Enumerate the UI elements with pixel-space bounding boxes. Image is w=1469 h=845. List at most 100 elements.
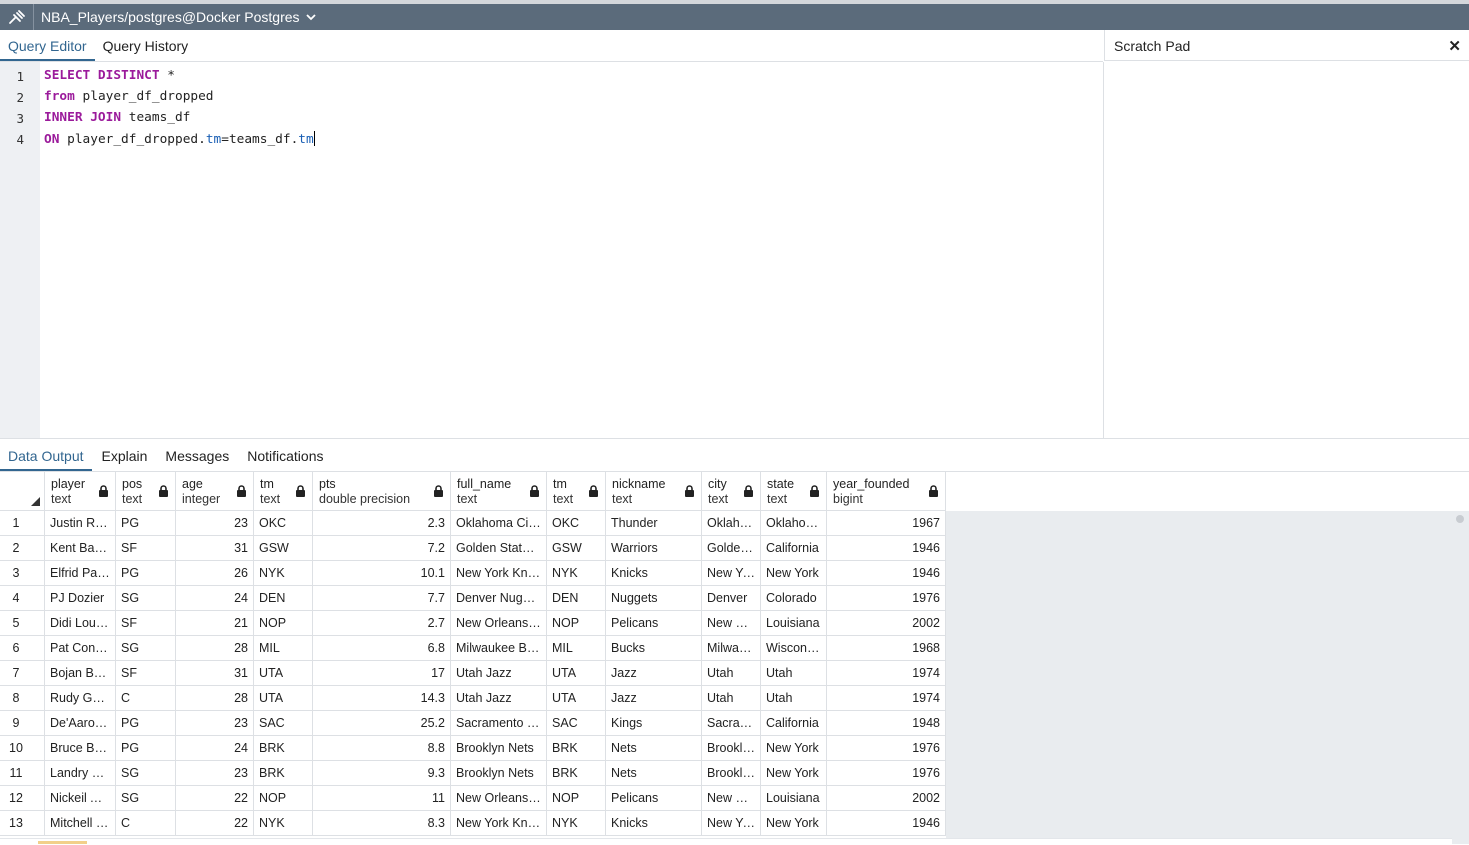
row-number[interactable]: 9: [0, 711, 45, 736]
table-cell-player[interactable]: Elfrid Pay...: [45, 561, 116, 586]
code-line[interactable]: SELECT DISTINCT *: [44, 68, 175, 83]
table-cell-pos[interactable]: PG: [116, 711, 176, 736]
table-cell-pos[interactable]: C: [116, 811, 176, 836]
table-row[interactable]: 13 Mitchell R... C 22 NYK 8.3 New York Knic...…: [0, 811, 946, 836]
table-cell-city[interactable]: Oklaho...: [702, 511, 761, 536]
table-cell-pts[interactable]: 7.2: [313, 536, 451, 561]
table-cell-year_founded[interactable]: 1976: [827, 736, 946, 761]
table-cell-year_founded[interactable]: 1974: [827, 661, 946, 686]
table-cell-full_name[interactable]: Utah Jazz: [451, 686, 547, 711]
table-cell-state[interactable]: Colorado: [761, 586, 827, 611]
table-row[interactable]: 7 Bojan Bo... SF 31 UTA 17 Utah Jazz UTA Jazz Uta…: [0, 661, 946, 686]
scratch-pad-area[interactable]: [1103, 62, 1469, 438]
table-cell-full_name[interactable]: New Orleans ...: [451, 611, 547, 636]
table-cell-tm[interactable]: NOP: [547, 786, 606, 811]
table-cell-state[interactable]: New York: [761, 561, 827, 586]
table-cell-pts[interactable]: 14.3: [313, 686, 451, 711]
table-cell-state[interactable]: New York: [761, 761, 827, 786]
column-header-nickname[interactable]: nickname text: [606, 472, 702, 511]
tab-query-editor[interactable]: Query Editor: [0, 38, 95, 61]
table-row[interactable]: 4 PJ Dozier SG 24 DEN 7.7 Denver Nuggets DEN Nug…: [0, 586, 946, 611]
table-cell-tm[interactable]: DEN: [547, 586, 606, 611]
table-cell-full_name[interactable]: Oklahoma City...: [451, 511, 547, 536]
table-cell-tm[interactable]: SAC: [547, 711, 606, 736]
table-cell-pts[interactable]: 7.7: [313, 586, 451, 611]
table-cell-pts[interactable]: 9.3: [313, 761, 451, 786]
close-icon[interactable]: ✕: [1448, 37, 1461, 55]
column-header-tm[interactable]: tm text: [254, 472, 313, 511]
table-cell-year_founded[interactable]: 1967: [827, 511, 946, 536]
table-cell-pos[interactable]: SF: [116, 536, 176, 561]
table-cell-state[interactable]: New York: [761, 736, 827, 761]
table-cell-year_founded[interactable]: 1976: [827, 586, 946, 611]
column-header-full_name[interactable]: full_name text: [451, 472, 547, 511]
row-number[interactable]: 1: [0, 511, 45, 536]
table-cell-pts[interactable]: 2.3: [313, 511, 451, 536]
table-cell-city[interactable]: Sacram...: [702, 711, 761, 736]
chevron-down-icon[interactable]: [305, 13, 316, 21]
table-cell-city[interactable]: Denver: [702, 586, 761, 611]
table-cell-player[interactable]: Kent Baze...: [45, 536, 116, 561]
table-cell-player[interactable]: Justin Ro...: [45, 511, 116, 536]
table-cell-tm[interactable]: OKC: [254, 511, 313, 536]
table-cell-city[interactable]: Brooklyn: [702, 761, 761, 786]
table-cell-player[interactable]: De'Aaron ...: [45, 711, 116, 736]
table-row[interactable]: 2 Kent Baze... SF 31 GSW 7.2 Golden State ... G…: [0, 536, 946, 561]
table-cell-pts[interactable]: 25.2: [313, 711, 451, 736]
table-cell-nickname[interactable]: Bucks: [606, 636, 702, 661]
table-cell-nickname[interactable]: Jazz: [606, 661, 702, 686]
table-cell-player[interactable]: PJ Dozier: [45, 586, 116, 611]
table-cell-age[interactable]: 21: [176, 611, 254, 636]
table-row[interactable]: 5 Didi Louz... SF 21 NOP 2.7 New Orleans ... NO…: [0, 611, 946, 636]
table-cell-age[interactable]: 23: [176, 761, 254, 786]
table-cell-state[interactable]: California: [761, 711, 827, 736]
table-cell-tm[interactable]: NYK: [547, 811, 606, 836]
tab-notifications[interactable]: Notifications: [239, 448, 331, 471]
table-cell-tm[interactable]: BRK: [547, 761, 606, 786]
code-line[interactable]: ON player_df_dropped.tm=teams_df.tm: [44, 131, 315, 147]
table-cell-full_name[interactable]: Sacramento Ki...: [451, 711, 547, 736]
table-cell-age[interactable]: 24: [176, 736, 254, 761]
table-cell-player[interactable]: Didi Louz...: [45, 611, 116, 636]
table-cell-pos[interactable]: SG: [116, 786, 176, 811]
table-cell-player[interactable]: Mitchell R...: [45, 811, 116, 836]
table-cell-state[interactable]: Wisconsin: [761, 636, 827, 661]
table-cell-tm[interactable]: SAC: [254, 711, 313, 736]
table-cell-year_founded[interactable]: 1968: [827, 636, 946, 661]
table-row[interactable]: 8 Rudy Gob... C 28 UTA 14.3 Utah Jazz UTA Jazz Ut…: [0, 686, 946, 711]
table-cell-year_founded[interactable]: 1948: [827, 711, 946, 736]
table-cell-nickname[interactable]: Nuggets: [606, 586, 702, 611]
table-cell-age[interactable]: 31: [176, 536, 254, 561]
table-cell-tm[interactable]: DEN: [254, 586, 313, 611]
table-cell-player[interactable]: Bruce Bro...: [45, 736, 116, 761]
table-cell-tm[interactable]: NYK: [254, 561, 313, 586]
table-cell-player[interactable]: Rudy Gob...: [45, 686, 116, 711]
table-cell-year_founded[interactable]: 1946: [827, 536, 946, 561]
table-cell-nickname[interactable]: Knicks: [606, 811, 702, 836]
column-header-year_founded[interactable]: year_founded bigint: [827, 472, 946, 511]
table-cell-state[interactable]: Oklahoma: [761, 511, 827, 536]
scrollbar-thumb[interactable]: [1456, 515, 1464, 523]
table-cell-year_founded[interactable]: 1974: [827, 686, 946, 711]
table-cell-city[interactable]: New Yo...: [702, 561, 761, 586]
table-cell-tm[interactable]: NOP: [254, 786, 313, 811]
table-cell-nickname[interactable]: Pelicans: [606, 786, 702, 811]
table-cell-city[interactable]: New Or...: [702, 786, 761, 811]
table-cell-pts[interactable]: 11: [313, 786, 451, 811]
table-cell-player[interactable]: Bojan Bo...: [45, 661, 116, 686]
table-cell-year_founded[interactable]: 1946: [827, 811, 946, 836]
table-cell-full_name[interactable]: Utah Jazz: [451, 661, 547, 686]
table-row[interactable]: 6 Pat Conn... SG 28 MIL 6.8 Milwaukee Bu... MIL…: [0, 636, 946, 661]
column-header-pts[interactable]: pts double precision: [313, 472, 451, 511]
row-number[interactable]: 3: [0, 561, 45, 586]
table-cell-tm[interactable]: NYK: [547, 561, 606, 586]
row-number[interactable]: 8: [0, 686, 45, 711]
table-cell-pos[interactable]: PG: [116, 736, 176, 761]
table-row[interactable]: 9 De'Aaron ... PG 23 SAC 25.2 Sacramento Ki...…: [0, 711, 946, 736]
table-cell-full_name[interactable]: New York Knic...: [451, 561, 547, 586]
sql-editor[interactable]: SELECT DISTINCT * from player_df_dropped I…: [40, 62, 1103, 438]
table-cell-full_name[interactable]: Brooklyn Nets: [451, 761, 547, 786]
tab-messages[interactable]: Messages: [157, 448, 237, 471]
table-cell-age[interactable]: 22: [176, 811, 254, 836]
table-cell-age[interactable]: 23: [176, 511, 254, 536]
